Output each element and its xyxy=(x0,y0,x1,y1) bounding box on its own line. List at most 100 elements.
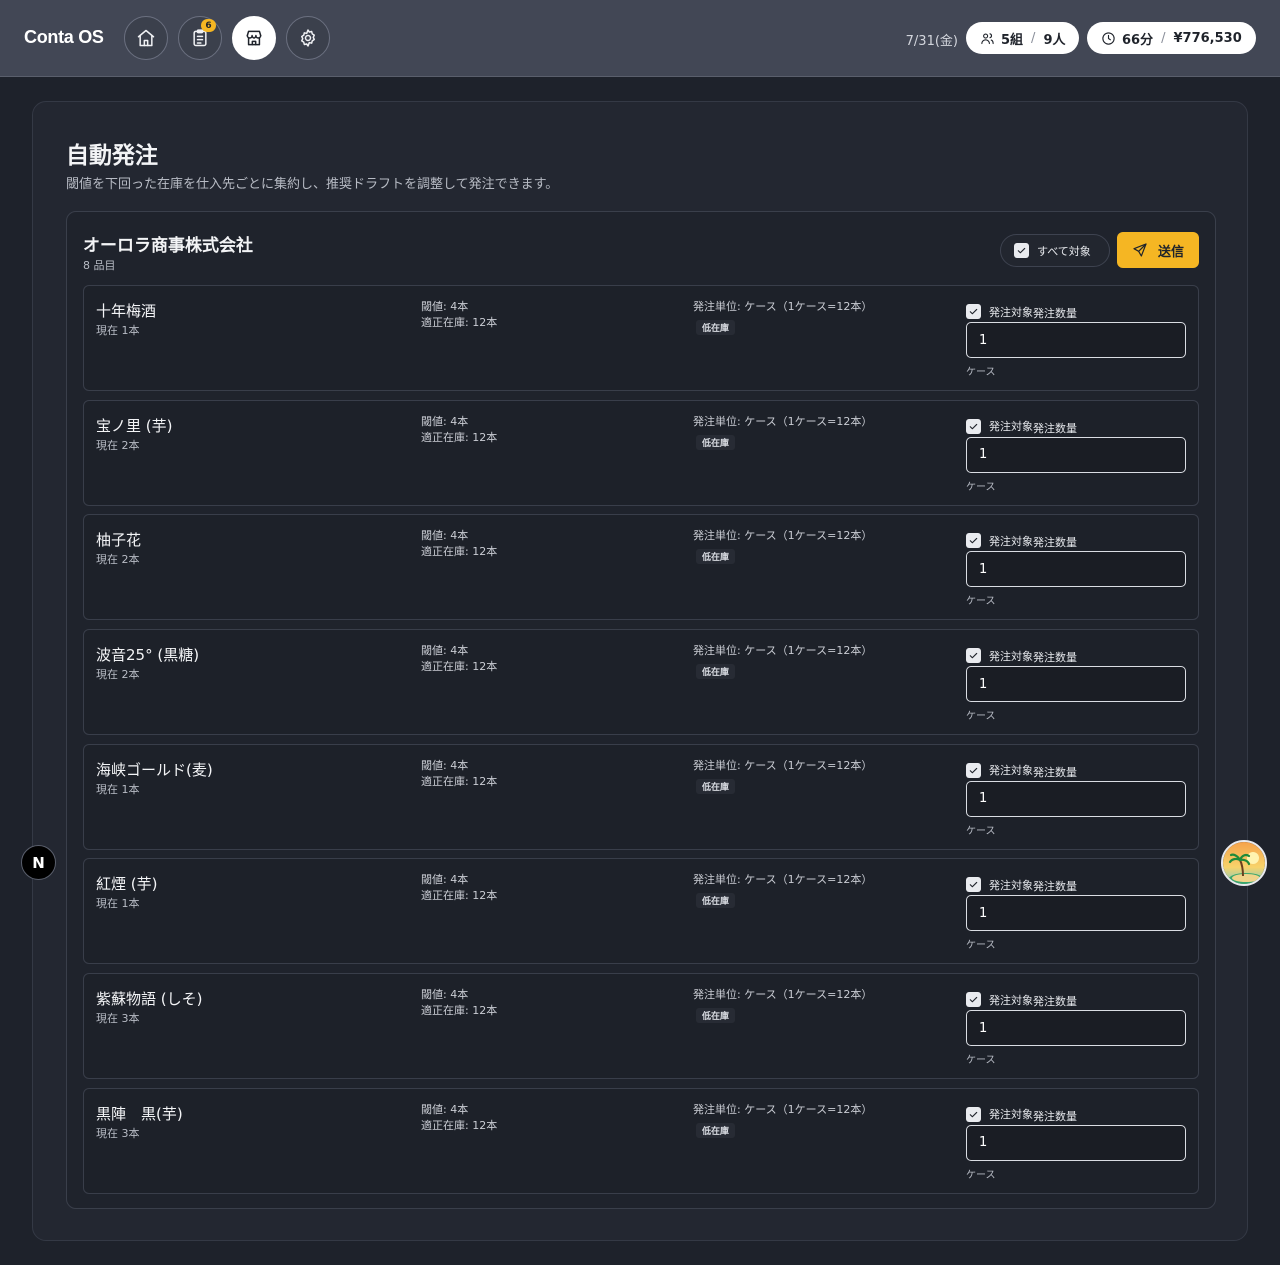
item-target-toggle[interactable]: 発注対象 発注数量 xyxy=(966,646,1077,665)
clock-icon xyxy=(1102,31,1115,45)
item-current-stock: 現在 2本 xyxy=(96,668,140,682)
item-target-checkbox[interactable] xyxy=(966,418,981,434)
item-optimal-stock: 適正在庫: 12本 xyxy=(421,430,498,444)
item-qty-input[interactable] xyxy=(966,551,1186,588)
item-name: 紫蘇物語 (しそ) xyxy=(96,990,203,1009)
item-current-stock: 現在 3本 xyxy=(96,1012,140,1026)
users-icon xyxy=(981,32,994,44)
item-target-toggle[interactable]: 発注対象 発注数量 xyxy=(966,1105,1077,1124)
item-target-checkbox[interactable] xyxy=(966,533,981,549)
item-qty-label: 発注数量 xyxy=(1033,765,1077,779)
item-target-toggle[interactable]: 発注対象 発注数量 xyxy=(966,761,1077,780)
devtools-button[interactable]: N xyxy=(21,845,56,880)
check-icon xyxy=(969,1111,978,1118)
auto-order-panel: 自動発注 閾値を下回った在庫を仕入先ごとに集約し、推奨ドラフトを調整して発注でき… xyxy=(32,101,1248,1241)
item-qty-unit: ケース xyxy=(966,825,996,837)
avatar[interactable] xyxy=(1221,840,1267,886)
item-qty-input[interactable] xyxy=(966,895,1186,932)
nav-settings-button[interactable] xyxy=(286,16,330,60)
item-order-unit: 発注単位: ケース（1ケース=12本） xyxy=(693,644,873,658)
top-bar: Conta OS 6 7/31(金) 5組 / 9人 66分 / ¥776,53… xyxy=(0,0,1280,77)
select-all-toggle[interactable]: すべて対象 xyxy=(1000,234,1110,267)
item-qty-label: 発注数量 xyxy=(1033,307,1077,320)
order-item-row: 柚子花 現在 2本 閾値: 4本 適正在庫: 12本 発注単位: ケース（1ケー… xyxy=(83,514,1199,621)
item-target-label: 発注対象 xyxy=(989,764,1033,778)
people-count: 9人 xyxy=(1043,32,1066,48)
item-qty-label: 発注数量 xyxy=(1033,880,1077,894)
item-order-unit: 発注単位: ケース（1ケース=12本） xyxy=(693,758,873,772)
check-icon xyxy=(969,652,978,659)
item-qty-input[interactable] xyxy=(966,436,1186,473)
item-target-checkbox[interactable] xyxy=(966,992,981,1008)
check-icon xyxy=(969,538,978,544)
guests-pill[interactable]: 5組 / 9人 xyxy=(966,22,1080,54)
item-target-label: 発注対象 xyxy=(989,420,1033,434)
item-qty-unit: ケース xyxy=(966,940,996,952)
nav-home-button[interactable] xyxy=(124,16,168,60)
item-qty-unit: ケース xyxy=(966,481,996,493)
item-target-toggle[interactable]: 発注対象 発注数量 xyxy=(966,990,1077,1009)
item-qty-label: 発注数量 xyxy=(1033,421,1077,435)
low-stock-badge: 低在庫 xyxy=(696,893,736,909)
item-target-toggle[interactable]: 発注対象 発注数量 xyxy=(966,531,1077,550)
item-threshold: 閾値: 4本 xyxy=(421,873,469,887)
item-threshold: 閾値: 4本 xyxy=(421,758,469,772)
item-target-checkbox[interactable] xyxy=(966,1106,981,1122)
item-order-unit: 発注単位: ケース（1ケース=12本） xyxy=(693,873,873,887)
item-qty-unit: ケース xyxy=(966,1169,996,1181)
order-item-row: 黒陣 黒(芋) 現在 3本 閾値: 4本 適正在庫: 12本 発注単位: ケース… xyxy=(83,1087,1199,1194)
low-stock-badge: 低在庫 xyxy=(696,434,736,450)
nav-store-button[interactable] xyxy=(232,16,276,60)
item-qty-unit: ケース xyxy=(966,596,996,608)
send-label: 送信 xyxy=(1157,244,1184,260)
item-target-label: 発注対象 xyxy=(989,1108,1033,1122)
item-threshold: 閾値: 4本 xyxy=(421,414,469,428)
item-target-checkbox[interactable] xyxy=(966,648,981,664)
item-target-toggle[interactable]: 発注対象 発注数量 xyxy=(966,875,1077,894)
item-qty-input[interactable] xyxy=(966,780,1186,817)
page-title: 自動発注 xyxy=(66,143,158,169)
item-target-checkbox[interactable] xyxy=(966,877,981,893)
time-sales-pill[interactable]: 66分 / ¥776,530 xyxy=(1087,22,1256,54)
item-threshold: 閾値: 4本 xyxy=(421,529,469,543)
item-name: 宝ノ里 (芋) xyxy=(96,416,173,435)
item-current-stock: 現在 1本 xyxy=(96,324,140,337)
item-target-label: 発注対象 xyxy=(989,305,1033,319)
item-order-unit: 発注単位: ケース（1ケース=12本） xyxy=(693,1102,873,1116)
item-target-label: 発注対象 xyxy=(989,878,1033,892)
item-current-stock: 現在 2本 xyxy=(96,553,140,567)
select-all-checkbox[interactable] xyxy=(1014,243,1029,258)
order-item-row: 紅煙 (芋) 現在 1本 閾値: 4本 適正在庫: 12本 発注単位: ケース（… xyxy=(83,858,1199,965)
item-target-label: 発注対象 xyxy=(989,649,1033,663)
supplier-item-count: 8 品目 xyxy=(83,259,116,272)
item-optimal-stock: 適正在庫: 12本 xyxy=(421,1118,498,1132)
item-name: 海峡ゴールド(麦) xyxy=(96,760,213,779)
orders-badge: 6 xyxy=(201,19,216,32)
item-order-unit: 発注単位: ケース（1ケース=12本） xyxy=(693,300,873,313)
nav-orders-button[interactable]: 6 xyxy=(178,16,222,60)
send-icon xyxy=(1133,243,1147,257)
low-stock-badge: 低在庫 xyxy=(696,549,736,565)
low-stock-badge: 低在庫 xyxy=(696,664,736,680)
item-qty-input[interactable] xyxy=(966,322,1186,358)
date-display: 7/31(金) xyxy=(905,34,958,49)
item-target-checkbox[interactable] xyxy=(966,762,981,778)
brand-logo[interactable]: Conta OS xyxy=(24,27,104,48)
item-qty-input[interactable] xyxy=(966,1010,1186,1047)
supplier-name: オーロラ商事株式会社 xyxy=(83,236,253,256)
item-target-label: 発注対象 xyxy=(989,534,1033,548)
item-qty-input[interactable] xyxy=(966,1124,1186,1161)
item-target-toggle[interactable]: 発注対象 発注数量 xyxy=(966,417,1077,436)
item-qty-input[interactable] xyxy=(966,666,1186,703)
item-optimal-stock: 適正在庫: 12本 xyxy=(421,1004,498,1018)
send-button[interactable]: 送信 xyxy=(1117,232,1199,268)
groups-count: 5組 xyxy=(1001,32,1024,48)
item-target-toggle[interactable]: 発注対象 発注数量 xyxy=(966,302,1077,321)
low-stock-badge: 低在庫 xyxy=(696,320,736,335)
check-icon xyxy=(969,882,978,888)
item-target-label: 発注対象 xyxy=(989,993,1033,1007)
item-target-checkbox[interactable] xyxy=(966,304,981,319)
sales-value: ¥776,530 xyxy=(1173,30,1242,46)
item-name: 十年梅酒 xyxy=(96,302,157,320)
item-current-stock: 現在 1本 xyxy=(96,782,140,796)
